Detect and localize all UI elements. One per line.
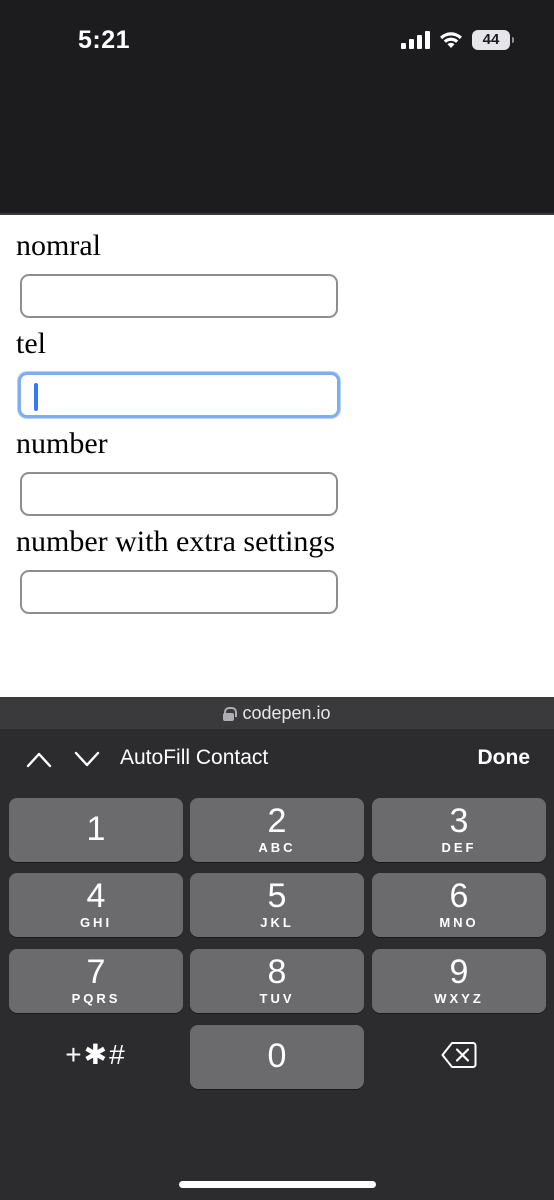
keyboard-accessory-bar: AutoFill Contact Done [0,729,554,791]
key-number: 2 [267,802,287,840]
status-icons: 44 [401,30,514,50]
chevron-down-icon[interactable] [74,748,100,770]
key-letters: TUV [259,991,295,1006]
battery-icon: 44 [472,30,514,50]
home-indicator[interactable] [179,1181,376,1188]
key-8[interactable]: 8 TUV [190,949,364,1013]
key-0[interactable]: 0 [190,1025,364,1089]
key-letters: PQRS [71,991,121,1006]
key-number: 4 [86,877,106,915]
wifi-icon [440,32,462,48]
status-time: 5:21 [78,26,131,54]
key-1[interactable]: 1 [9,798,183,862]
number-input[interactable] [20,472,338,516]
key-number: 6 [449,877,469,915]
key-4[interactable]: 4 GHI [9,873,183,937]
cellular-signal-icon [401,31,430,49]
key-letters: WXYZ [434,991,484,1006]
key-2[interactable]: 2 ABC [190,798,364,862]
status-bar-area: 5:21 44 [0,0,554,213]
chevron-up-icon[interactable] [26,748,52,770]
divider [0,213,554,215]
field-label-number-extra: number with extra settings [16,525,336,558]
key-number: 8 [267,953,287,991]
key-number: 1 [86,810,106,848]
key-letters: ABC [258,840,296,855]
key-number: 5 [267,877,287,915]
keyboard: codepen.io AutoFill Contact Done 1 2 ABC… [0,697,554,1200]
key-9[interactable]: 9 WXYZ [372,949,546,1013]
autofill-contact-button[interactable]: AutoFill Contact [120,746,268,770]
key-symbols[interactable]: +✱# [9,1023,183,1087]
key-5[interactable]: 5 JKL [190,873,364,937]
backspace-icon [441,1042,477,1068]
text-caret [34,383,38,411]
form: nomral tel number number with extra sett… [16,228,340,622]
done-button[interactable]: Done [478,746,531,770]
key-letters: MNO [439,915,479,930]
key-number: 7 [86,953,106,991]
key-letters: DEF [441,840,477,855]
key-7[interactable]: 7 PQRS [9,949,183,1013]
url-text: codepen.io [242,702,331,723]
key-6[interactable]: 6 MNO [372,873,546,937]
delete-key[interactable] [372,1023,546,1087]
normal-input[interactable] [20,274,338,318]
field-label-normal: nomral [16,229,101,262]
key-3[interactable]: 3 DEF [372,798,546,862]
key-number: 3 [449,802,469,840]
number-extra-input[interactable] [20,570,338,614]
field-label-number: number [16,427,108,460]
key-letters: GHI [79,915,113,930]
lock-icon [223,706,238,721]
field-label-tel: tel [16,327,46,360]
key-number: 0 [267,1037,287,1075]
key-symbols-label: +✱# [65,1039,127,1070]
key-letters: JKL [260,915,294,930]
url-bar[interactable]: codepen.io [0,697,554,729]
key-number: 9 [449,953,469,991]
tel-input[interactable] [18,372,340,418]
